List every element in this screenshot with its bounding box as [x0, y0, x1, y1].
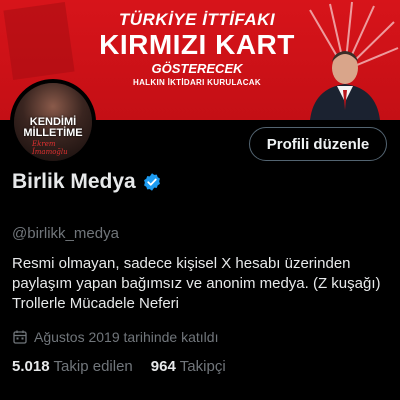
following-link[interactable]: 5.018 Takip edilen: [12, 358, 133, 375]
avatar-signature: Ekrem İmamoğlu: [32, 140, 68, 156]
bio-line: Resmi olmayan, sadece kişisel X hesabı ü…: [12, 255, 351, 272]
banner-line-3: GÖSTERECEK: [151, 61, 243, 76]
politician-photo: [310, 51, 380, 120]
followers-link[interactable]: 964 Takipçi: [151, 358, 226, 375]
profile-bio: Resmi olmayan, sadece kişisel X hesabı ü…: [12, 254, 392, 314]
profile-avatar[interactable]: KENDİMİ MİLLETİME Ekrem İmamoğlu: [10, 79, 96, 165]
verified-badge-icon[interactable]: [142, 172, 162, 192]
bio-line: Trollerle Mücadele Neferi: [12, 295, 180, 312]
followers-label: Takipçi: [179, 358, 226, 375]
following-count: 5.018: [12, 358, 50, 375]
avatar-text-2: MİLLETİME: [23, 127, 83, 139]
profile-handle: @birlikk_medya: [12, 225, 119, 242]
profile-name-row: Birlik Medya: [12, 170, 162, 194]
banner-headline: KIRMIZI KART: [99, 29, 295, 60]
calendar-icon: [13, 330, 27, 344]
banner-line-1: TÜRKİYE İTTİFAKI: [118, 10, 276, 29]
profile-name: Birlik Medya: [12, 170, 136, 193]
followers-count: 964: [150, 358, 176, 375]
follow-stats: 5.018 Takip edilen 964 Takipçi: [12, 358, 226, 375]
following-label: Takip edilen: [53, 358, 133, 375]
join-date: Ağustos 2019 tarihinde katıldı: [12, 329, 218, 345]
red-card-graphic: [3, 2, 75, 80]
edit-profile-button[interactable]: Profili düzenle: [249, 127, 387, 161]
bio-line: paylaşım yapan bağımsız ve anonim medya.…: [12, 275, 381, 292]
join-date-text: Ağustos 2019 tarihinde katıldı: [34, 329, 219, 345]
banner-line-4: HALKIN İKTİDARI KURULACAK: [133, 78, 261, 87]
